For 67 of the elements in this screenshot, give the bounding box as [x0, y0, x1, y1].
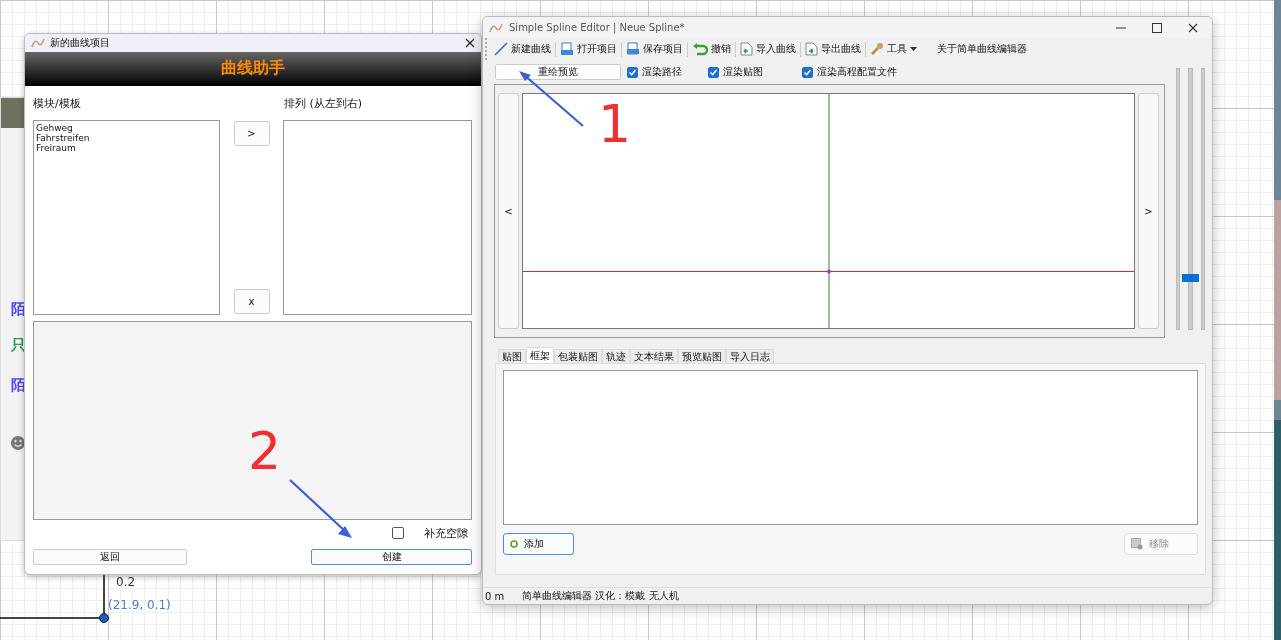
file-arrow-icon [740, 42, 753, 56]
toolbar-button[interactable]: 撤销 [690, 39, 733, 59]
toolbar-button[interactable]: 保存项目 [624, 39, 685, 59]
checkbox-label: 补充空隙 [424, 525, 468, 541]
panel-label: 陌 [11, 376, 26, 395]
list-item[interactable]: Freiraum [36, 143, 217, 153]
panel-label: 只 [11, 336, 26, 355]
toolbar-button[interactable]: 关于简单曲线编辑器 [935, 39, 1029, 59]
axis-label: 0.2 [116, 575, 136, 589]
tab[interactable]: 轨迹 [602, 349, 630, 363]
checkbox-label: 渲染高程配置文件 [817, 65, 897, 79]
tab[interactable]: 导入日志 [726, 349, 774, 363]
arrow [288, 478, 354, 540]
list-item[interactable]: Gehweg [36, 123, 217, 133]
toolbar-button[interactable]: 工具 [868, 39, 919, 59]
tab[interactable]: 贴图 [498, 349, 526, 363]
tab[interactable]: 预览贴图 [678, 349, 726, 363]
app-icon [489, 21, 503, 34]
toolbar-button[interactable]: 导入曲线 [738, 39, 798, 59]
app-icon [31, 36, 45, 49]
toolbar-button[interactable]: 导出曲线 [803, 39, 863, 59]
toolbar-button[interactable]: 打开项目 [558, 39, 619, 59]
panel-label: 陌 [11, 300, 26, 319]
checkbox[interactable] [627, 66, 638, 78]
tab[interactable]: 文本结果 [630, 349, 678, 363]
annotation-number: 2 [248, 425, 282, 477]
next-button[interactable]: > [1138, 93, 1159, 329]
list-item[interactable]: Fahrstreifen [36, 133, 217, 143]
remove-icon [1131, 538, 1143, 550]
tab[interactable]: 包装贴图 [554, 349, 602, 363]
order-list[interactable] [283, 120, 472, 315]
checkbox[interactable] [392, 527, 404, 539]
line-icon [494, 42, 508, 56]
checkbox[interactable] [802, 66, 813, 78]
file-arrow-icon [805, 42, 818, 56]
checkbox-label: 渲染贴图 [723, 65, 763, 79]
window-title: 新的曲线项目 [50, 35, 110, 50]
redraw-button[interactable]: 重绘预览 [495, 64, 621, 80]
zoom-slider[interactable] [1182, 274, 1199, 283]
status-text: 0 m [485, 590, 505, 602]
undo-icon [692, 42, 708, 56]
document-icon [560, 42, 574, 56]
toolbar-button[interactable]: 新建曲线 [492, 39, 553, 59]
window-title: Simple Spline Editor | Neue Spline* [509, 22, 685, 33]
close-icon[interactable] [1188, 22, 1198, 33]
module-list[interactable]: Gehweg Fahrstreifen Freiraum [33, 120, 220, 315]
checkbox-label: 渲染路径 [642, 65, 682, 79]
add-button[interactable]: > [233, 121, 270, 146]
dialog-button[interactable]: 返回 [33, 549, 187, 565]
annotation-number: 1 [598, 98, 632, 150]
add-icon [510, 540, 518, 548]
status-text: 简单曲线编辑器 汉化：模戴 无人机 [522, 589, 679, 603]
add-button[interactable]: 添加 [503, 533, 574, 555]
smiley-icon [10, 435, 26, 451]
document-icon [626, 42, 640, 56]
banner-title: 曲线助手 [221, 58, 285, 80]
maximize-icon[interactable] [1152, 22, 1162, 33]
list-label: 排列 (从左到右) [284, 95, 363, 111]
previous-button[interactable]: < [498, 93, 519, 329]
tab[interactable]: 框架 [526, 347, 554, 363]
list-label: 模块/模板 [33, 95, 82, 111]
dialog-button[interactable]: 创建 [311, 549, 472, 565]
checkbox[interactable] [708, 66, 719, 78]
wrench-icon [870, 42, 884, 56]
close-icon[interactable] [465, 37, 475, 48]
remove-button[interactable]: x [233, 289, 270, 314]
point-label: (21.9, 0.1) [108, 598, 171, 612]
